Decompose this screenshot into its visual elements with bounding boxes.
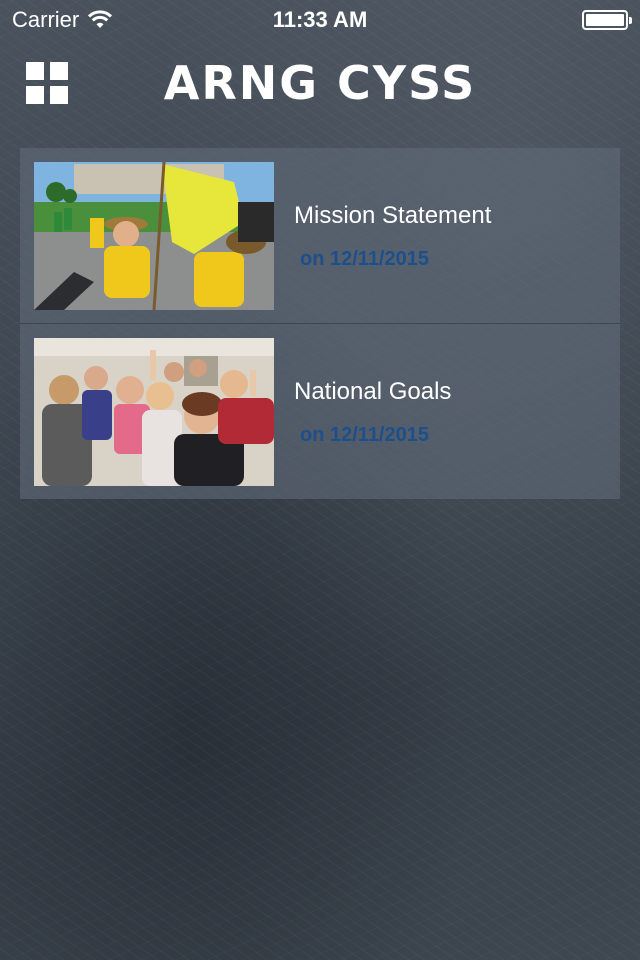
carrier-label: Carrier (12, 7, 80, 32)
mission-statement-thumbnail (34, 162, 274, 310)
status-left: Carrier (12, 7, 113, 33)
article-list: Mission Statement on 12/11/2015 National… (20, 148, 620, 499)
list-item[interactable]: Mission Statement on 12/11/2015 (20, 148, 620, 324)
page-title: ARNG CYSS (163, 56, 477, 110)
list-item[interactable]: National Goals on 12/11/2015 (20, 324, 620, 499)
item-title: Mission Statement (294, 202, 492, 229)
status-bar: Carrier 11:33 AM (0, 0, 640, 40)
battery-fill (586, 14, 624, 26)
item-title: National Goals (294, 378, 452, 405)
item-date: on 12/11/2015 (300, 248, 429, 270)
battery-icon (582, 10, 632, 30)
wifi-icon (88, 10, 113, 28)
nav-bar: ARNG CYSS (0, 44, 640, 124)
item-date: on 12/11/2015 (300, 424, 429, 446)
national-goals-thumbnail (34, 338, 274, 486)
